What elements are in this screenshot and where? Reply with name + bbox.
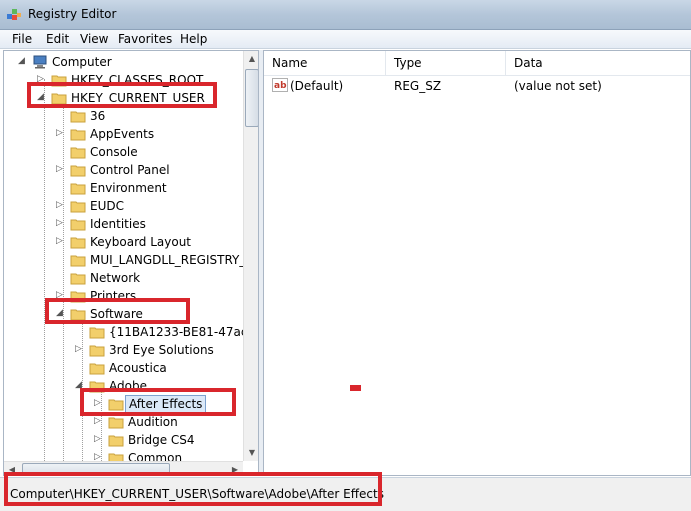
tree-label: Identities [90,217,146,231]
svg-text:ab: ab [274,81,287,91]
tree-item[interactable]: Acoustica [4,359,240,377]
tree-vertical-scrollbar[interactable]: ▲ ▼ [243,51,258,461]
tree-item[interactable]: ▷ EUDC [4,197,234,215]
tree-label: Computer [52,55,112,69]
tree-item-computer[interactable]: ◢ Computer [4,53,234,71]
tree-label: AppEvents [90,127,155,141]
header-divider [264,75,690,76]
tree-label: Environment [90,181,167,195]
folder-icon [70,255,86,267]
value-name[interactable]: (Default) [290,79,343,93]
folder-icon [89,345,105,357]
expand-icon[interactable]: ▷ [94,434,104,444]
menu-help[interactable]: Help [180,32,207,46]
tree-label: Bridge CS4 [128,433,195,447]
folder-icon [108,417,124,429]
tree-label: Acoustica [109,361,167,375]
tree-item[interactable]: ▷ 3rd Eye Solutions [4,341,240,359]
tree-item[interactable]: 36 [4,107,234,125]
tree-item[interactable]: {11BA1233-BE81-47ac-8F [4,323,258,341]
tree-label: Keyboard Layout [90,235,192,249]
annotation-box-software [45,298,190,324]
expand-icon[interactable]: ▷ [56,236,66,246]
folder-icon [70,183,86,195]
menu-view[interactable]: View [80,32,108,46]
annotation-box-status-path [4,472,382,506]
tree-label: 3rd Eye Solutions [109,343,214,357]
menu-file[interactable]: File [12,32,32,46]
expand-icon[interactable]: ▷ [56,128,66,138]
expand-icon[interactable]: ▷ [56,200,66,210]
tree-label: Network [90,271,141,285]
tree-label: MUI_LANGDLL_REGISTRY_KE [90,253,259,267]
value-type: REG_SZ [394,79,442,93]
tree-item[interactable]: ▷ Keyboard Layout [4,233,234,251]
column-header-type[interactable]: Type [386,51,506,75]
window-title: Registry Editor [28,7,117,21]
scroll-up-icon[interactable]: ▲ [244,51,258,67]
menu-bar: File Edit View Favorites Help [0,30,691,49]
folder-icon [70,237,86,249]
tree-item[interactable]: Console [4,143,234,161]
value-data: (value not set) [514,79,602,93]
folder-icon [70,201,86,213]
tree-label: EUDC [90,199,124,213]
expand-icon[interactable]: ▷ [75,344,85,354]
expand-icon[interactable]: ▷ [56,218,66,228]
scrollbar-thumb[interactable] [245,69,258,127]
annotation-box-after-effects [80,388,236,416]
tree-label: 36 [90,109,106,123]
computer-icon [33,55,47,69]
annotation-mark [350,385,361,391]
tree-label: Console [90,145,138,159]
tree-item[interactable]: ▷ Control Panel [4,161,234,179]
tree-item[interactable]: ▷ Identities [4,215,234,233]
tree-item[interactable]: ▷ AppEvents [4,125,234,143]
title-bar: Registry Editor [0,0,691,30]
folder-icon [70,165,86,177]
string-value-icon: ab [272,78,288,92]
tree-label: Control Panel [90,163,170,177]
column-header-data[interactable]: Data [506,51,690,75]
registry-editor-icon [7,9,21,20]
column-header-name[interactable]: Name [264,51,386,75]
values-list-pane[interactable]: Name Type Data ab (Default) REG_SZ (valu… [263,50,691,476]
tree-item[interactable]: MUI_LANGDLL_REGISTRY_KE [4,251,258,269]
expand-icon[interactable]: ▷ [56,164,66,174]
folder-icon [108,435,124,447]
folder-icon [70,219,86,231]
folder-icon [70,273,86,285]
menu-edit[interactable]: Edit [46,32,69,46]
menu-favorites[interactable]: Favorites [118,32,172,46]
folder-icon [70,129,86,141]
folder-icon [89,327,105,339]
tree-label: Audition [128,415,178,429]
annotation-box-hkcu [27,82,217,108]
scroll-down-icon[interactable]: ▼ [244,445,258,461]
folder-icon [89,363,105,375]
folder-icon [70,147,86,159]
tree-label: {11BA1233-BE81-47ac-8F [109,325,259,339]
tree-item[interactable]: Environment [4,179,234,197]
tree-item[interactable]: ▷ Bridge CS4 [4,431,240,449]
tree-item[interactable]: Network [4,269,234,287]
folder-icon [70,111,86,123]
collapse-icon[interactable]: ◢ [18,56,28,66]
expand-icon[interactable]: ▷ [94,416,104,426]
